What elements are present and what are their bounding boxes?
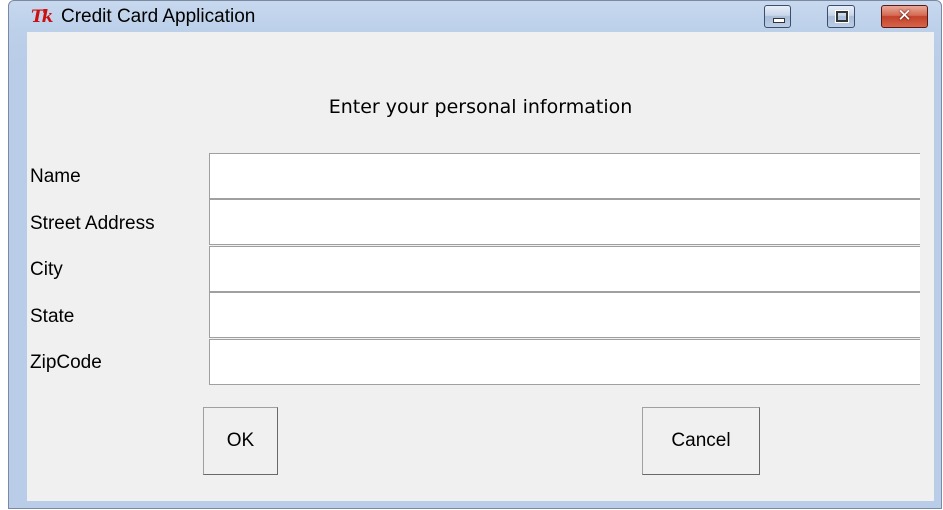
ok-button[interactable]: OK (203, 407, 278, 475)
street-address-label: Street Address (30, 213, 155, 234)
title-bar[interactable]: Tk Credit Card Application ✕ (9, 1, 941, 31)
maximize-icon (835, 10, 849, 23)
maximize-button[interactable] (827, 5, 855, 28)
dialog-body: Enter your personal information Name Str… (27, 32, 934, 501)
close-button[interactable]: ✕ (881, 5, 928, 28)
city-label: City (30, 259, 63, 280)
minimize-icon (773, 18, 785, 23)
zipcode-label: ZipCode (30, 352, 102, 373)
window-title: Credit Card Application (61, 6, 256, 27)
close-icon: ✕ (897, 6, 912, 26)
form-heading: Enter your personal information (328, 96, 633, 118)
city-input[interactable] (209, 246, 920, 292)
zipcode-input[interactable] (209, 339, 920, 385)
state-input[interactable] (209, 292, 920, 338)
tk-feather-icon: Tk (31, 7, 53, 27)
state-label: State (30, 306, 75, 327)
name-label: Name (30, 166, 81, 187)
street-address-input[interactable] (209, 199, 920, 245)
minimize-button[interactable] (764, 5, 791, 28)
name-input[interactable] (209, 153, 920, 199)
app-window: Tk Credit Card Application ✕ Enter your … (8, 0, 942, 509)
cancel-button[interactable]: Cancel (642, 407, 760, 475)
